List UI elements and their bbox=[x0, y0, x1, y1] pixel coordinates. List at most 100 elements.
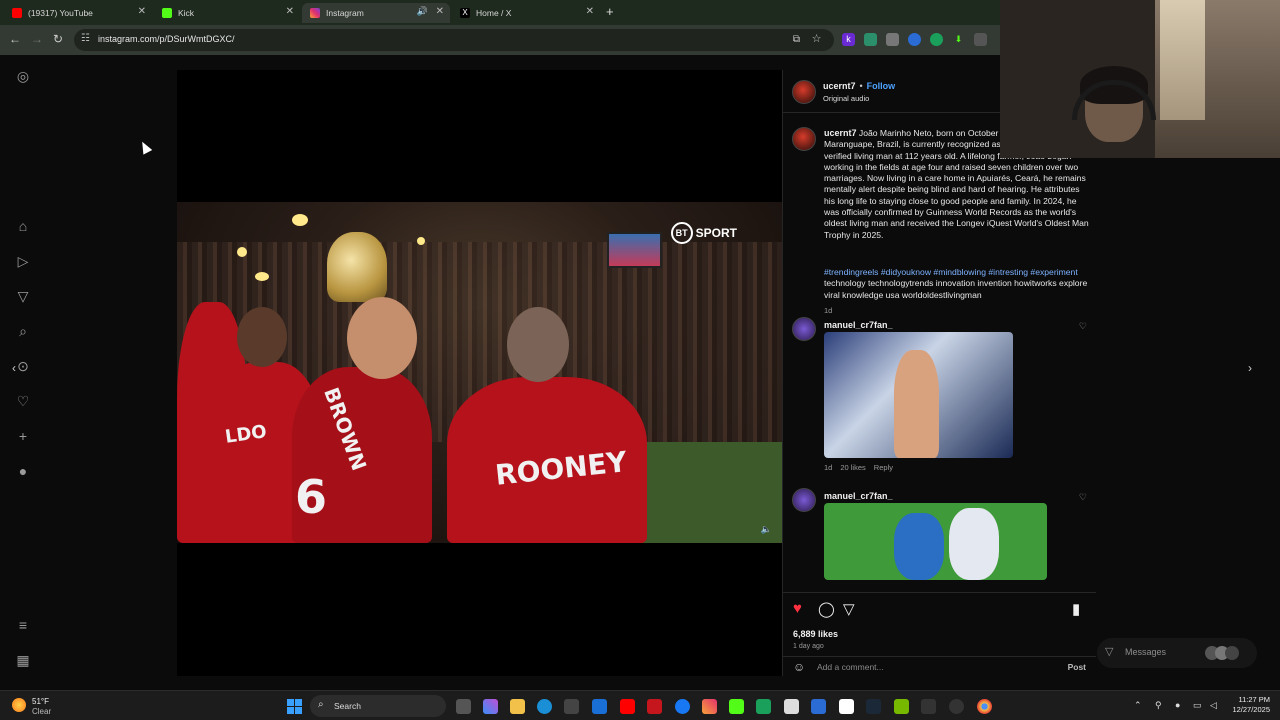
search-icon[interactable]: ⌕ bbox=[14, 322, 32, 340]
new-tab-button[interactable]: + bbox=[606, 4, 614, 19]
taskbar-search[interactable]: ⌕ Search bbox=[310, 695, 446, 717]
create-icon[interactable]: + bbox=[14, 427, 32, 445]
tab-kick[interactable]: Kick ✕ bbox=[154, 3, 300, 23]
site-settings-icon[interactable]: ☷ bbox=[81, 33, 90, 44]
terminal-icon[interactable] bbox=[921, 699, 936, 714]
author-avatar[interactable] bbox=[792, 80, 816, 104]
hashtag-link[interactable]: #intresting bbox=[988, 267, 1028, 277]
comment-image[interactable] bbox=[824, 503, 1047, 580]
previous-post-arrow[interactable]: ‹ bbox=[12, 361, 16, 375]
follow-button[interactable]: Follow bbox=[867, 81, 896, 91]
caption-username[interactable]: ucernt7 bbox=[824, 128, 857, 138]
reels-icon[interactable]: ▷ bbox=[14, 252, 32, 270]
extension-icon[interactable] bbox=[864, 33, 877, 46]
youtube-icon[interactable] bbox=[620, 699, 635, 714]
steam-icon[interactable] bbox=[866, 699, 881, 714]
explore-icon[interactable]: ⊙ bbox=[14, 357, 32, 375]
hashtag-link[interactable]: #trendingreels bbox=[824, 267, 878, 277]
store-icon[interactable] bbox=[564, 699, 579, 714]
spotify-icon[interactable] bbox=[756, 699, 771, 714]
forward-icon[interactable]: → bbox=[31, 32, 43, 46]
profile-avatar-icon[interactable]: ● bbox=[14, 462, 32, 480]
commenter-avatar[interactable] bbox=[792, 488, 816, 512]
file-explorer-icon[interactable] bbox=[510, 699, 525, 714]
video-player[interactable]: LDO ROONEY BROWN 6 BT SPORT 🔈 bbox=[177, 70, 782, 676]
facebook-icon[interactable] bbox=[675, 699, 690, 714]
comment-username[interactable]: manuel_cr7fan_ bbox=[824, 320, 893, 330]
hashtag-link[interactable]: #didyouknow bbox=[881, 267, 931, 277]
like-heart-icon[interactable]: ♥ bbox=[793, 600, 802, 617]
send-icon[interactable]: ▽ bbox=[14, 287, 32, 305]
close-icon[interactable]: ✕ bbox=[286, 6, 294, 17]
emoji-icon[interactable]: ☺ bbox=[793, 660, 805, 674]
comment-username[interactable]: manuel_cr7fan_ bbox=[824, 491, 893, 501]
comment-icon[interactable]: ◯ bbox=[818, 600, 835, 618]
hashtag-link[interactable]: #experiment bbox=[1030, 267, 1077, 277]
amazon-icon[interactable] bbox=[784, 699, 799, 714]
network-icon[interactable]: ⚲ bbox=[1155, 700, 1162, 711]
download-icon[interactable]: ⬇ bbox=[952, 33, 965, 46]
caption-tags: technology technologytrends innovation i… bbox=[824, 278, 1088, 300]
threads-icon[interactable]: ▦ bbox=[14, 651, 32, 669]
tab-instagram[interactable]: Instagram 🔊 ✕ bbox=[302, 3, 450, 23]
address-bar[interactable]: ☷ instagram.com/p/DSurWmtDGXC/ bbox=[74, 29, 834, 51]
close-icon[interactable]: ✕ bbox=[138, 6, 146, 17]
reply-button[interactable]: Reply bbox=[874, 463, 893, 472]
image-figure bbox=[894, 513, 944, 580]
extension-icon[interactable] bbox=[930, 33, 943, 46]
comment-image[interactable] bbox=[824, 332, 1013, 458]
menu-icon[interactable]: ≡ bbox=[14, 616, 32, 634]
mail-icon[interactable] bbox=[592, 699, 607, 714]
comment-like-icon[interactable]: ♡ bbox=[1079, 492, 1087, 503]
edge-icon[interactable] bbox=[537, 699, 552, 714]
kick-icon bbox=[162, 8, 172, 18]
chrome-icon[interactable] bbox=[977, 699, 992, 714]
extension-k-icon[interactable]: k bbox=[842, 33, 855, 46]
close-icon[interactable]: ✕ bbox=[436, 6, 444, 17]
extension-icon[interactable] bbox=[908, 33, 921, 46]
heart-icon[interactable]: ♡ bbox=[14, 392, 32, 410]
kick-icon[interactable] bbox=[729, 699, 744, 714]
instagram-logo-icon[interactable]: ◎ bbox=[14, 67, 32, 85]
author-username[interactable]: ucernt7 bbox=[823, 81, 856, 91]
tab-youtube[interactable]: (19317) YouTube ✕ bbox=[4, 3, 152, 23]
audio-label[interactable]: Original audio bbox=[823, 94, 869, 103]
netflix-icon[interactable] bbox=[647, 699, 662, 714]
task-view-icon[interactable] bbox=[456, 699, 471, 714]
comment-input[interactable]: Add a comment... bbox=[817, 662, 884, 672]
extensions-puzzle-icon[interactable] bbox=[974, 33, 987, 46]
tab-x[interactable]: X Home / X ✕ bbox=[452, 3, 600, 23]
install-app-icon[interactable]: ⧉ bbox=[790, 33, 803, 46]
commenter-avatar[interactable] bbox=[792, 317, 816, 341]
obs-icon[interactable] bbox=[949, 699, 964, 714]
tray-overflow-icon[interactable]: ⌃ bbox=[1134, 700, 1142, 711]
back-icon[interactable]: ← bbox=[9, 32, 21, 46]
comment-like-icon[interactable]: ♡ bbox=[1079, 321, 1087, 332]
microphone-icon[interactable]: ● bbox=[1175, 700, 1180, 710]
messages-button[interactable]: ▽ Messages bbox=[1097, 638, 1257, 668]
close-icon[interactable]: ✕ bbox=[586, 6, 594, 17]
app-icon[interactable] bbox=[811, 699, 826, 714]
nvidia-icon[interactable] bbox=[894, 699, 909, 714]
extension-icon[interactable] bbox=[886, 33, 899, 46]
share-icon[interactable]: ▽ bbox=[843, 600, 855, 618]
copilot-icon[interactable] bbox=[483, 699, 498, 714]
reload-icon[interactable]: ↻ bbox=[53, 32, 63, 46]
next-post-arrow[interactable]: › bbox=[1248, 361, 1252, 375]
speaker-icon[interactable]: 🔊 bbox=[417, 6, 428, 17]
likes-count[interactable]: 6,889 likes bbox=[793, 629, 838, 639]
post-comment-button[interactable]: Post bbox=[1068, 662, 1086, 672]
start-button[interactable] bbox=[287, 699, 302, 714]
instagram-icon[interactable] bbox=[702, 699, 717, 714]
comment-likes[interactable]: 20 likes bbox=[840, 463, 865, 472]
mute-icon[interactable]: 🔈 bbox=[761, 524, 772, 535]
home-icon[interactable]: ⌂ bbox=[14, 217, 32, 235]
system-clock[interactable]: 11:27 PM 12/27/2025 bbox=[1226, 695, 1270, 715]
save-bookmark-icon[interactable]: ▮ bbox=[1072, 600, 1080, 618]
hashtag-link[interactable]: #mindblowing bbox=[933, 267, 986, 277]
display-icon[interactable]: ▭ bbox=[1193, 700, 1202, 711]
volume-icon[interactable]: ◁ bbox=[1210, 700, 1217, 711]
tiktok-icon[interactable] bbox=[839, 699, 854, 714]
bookmark-star-icon[interactable]: ☆ bbox=[810, 33, 823, 46]
caption-avatar[interactable] bbox=[792, 127, 816, 151]
